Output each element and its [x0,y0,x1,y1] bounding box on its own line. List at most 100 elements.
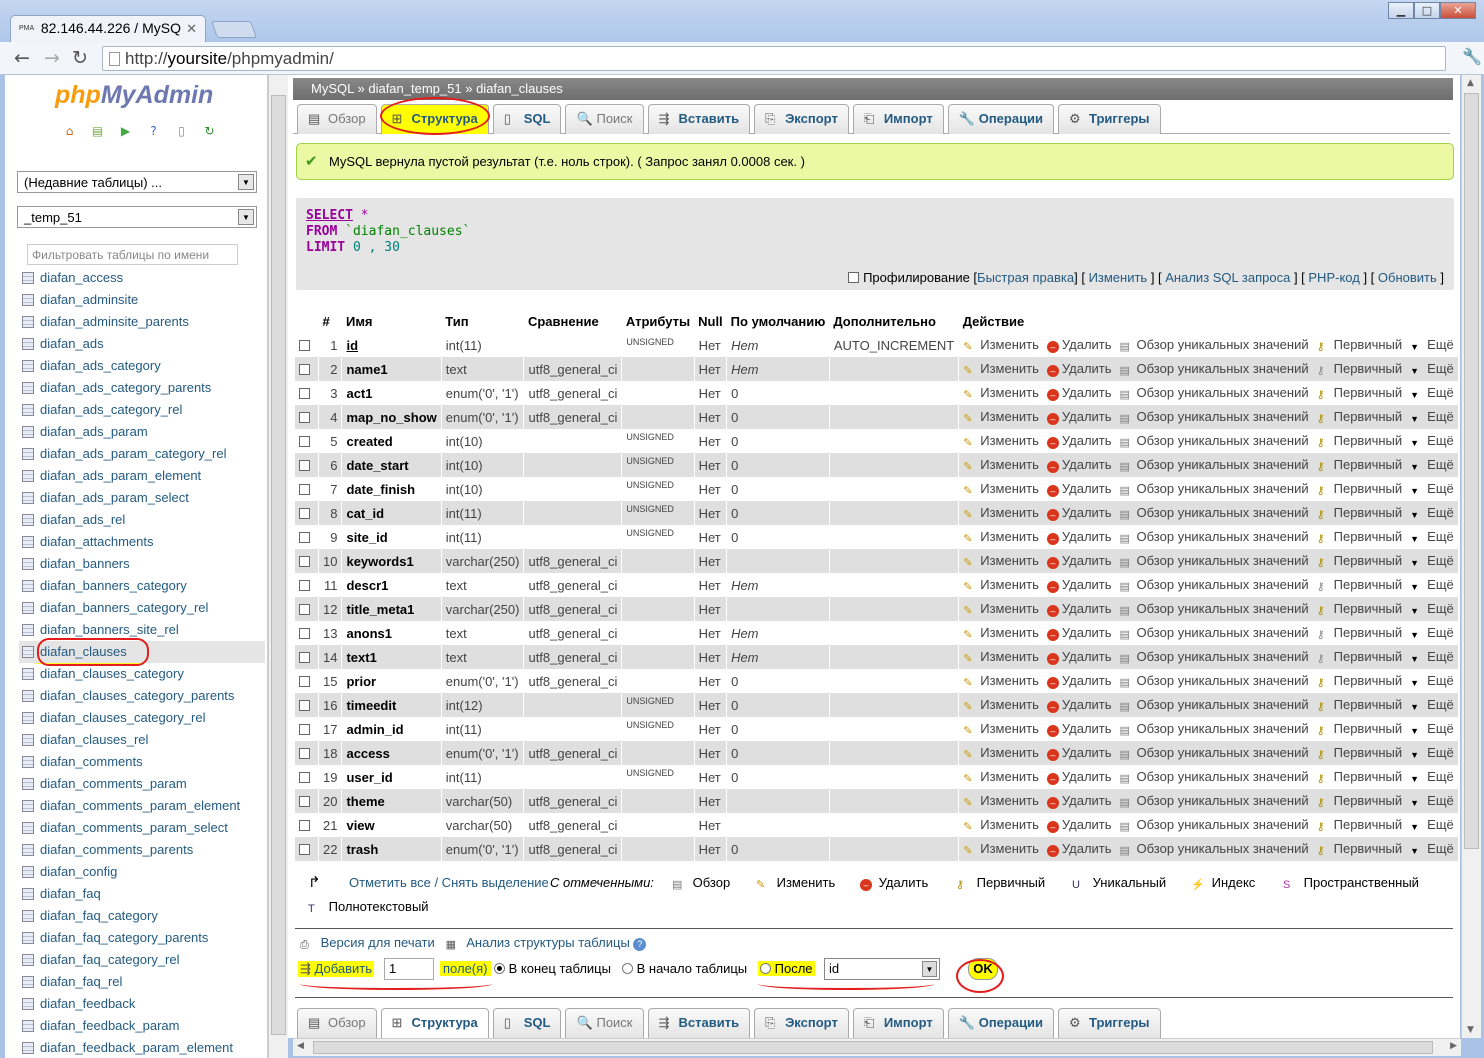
distinct-action[interactable]: ▤ Обзор уникальных значений [1120,529,1309,545]
tab-search[interactable]: 🔍 Поиск [565,104,644,134]
more-action[interactable]: ▼ Ещё [1410,649,1454,664]
left-scrollbar[interactable] [268,75,288,1058]
breadcrumb-db[interactable]: diafan_temp_51 [368,81,461,96]
sidebar-table-item[interactable]: diafan_banners_category [19,575,265,597]
row-checkbox[interactable] [299,339,310,351]
edit-action[interactable]: ✎ Изменить [963,769,1039,785]
more-action[interactable]: ▼ Ещё [1410,769,1454,784]
sidebar-table-item[interactable]: diafan_banners [19,553,265,575]
tab-search[interactable]: 🔍 Поиск [565,1008,644,1038]
distinct-action[interactable]: ▤ Обзор уникальных значений [1120,457,1309,473]
scroll-down-icon[interactable]: ▼ [1467,1025,1474,1035]
new-tab-button[interactable] [210,21,258,38]
horizontal-scrollbar[interactable]: ◀ ▶ [293,1038,1461,1056]
scroll-thumb[interactable] [1464,93,1479,849]
maximize-button[interactable]: □ [1414,2,1440,19]
tab-browse[interactable]: ▤ Обзор [297,104,377,134]
distinct-action[interactable]: ▤ Обзор уникальных значений [1120,817,1309,833]
reload-nav-icon[interactable]: ↻ [201,123,218,139]
right-scrollbar[interactable]: ▲ ▼ [1461,75,1481,1038]
delete-action[interactable]: – Удалить [1046,649,1112,665]
more-action[interactable]: ▼ Ещё [1410,793,1454,808]
sidebar-table-item[interactable]: diafan_adminsite [19,289,265,311]
sidebar-table-item[interactable]: diafan_banners_category_rel [19,597,265,619]
distinct-action[interactable]: ▤ Обзор уникальных значений [1120,649,1309,665]
distinct-action[interactable]: ▤ Обзор уникальных значений [1120,601,1309,617]
distinct-action[interactable]: ▤ Обзор уникальных значений [1120,553,1309,569]
bulk-primary[interactable]: ⚷ Первичный [956,875,1045,891]
primary-action[interactable]: ⚷ Первичный [1317,409,1403,425]
tab-triggers[interactable]: ⚙ Триггеры [1058,104,1161,134]
primary-action[interactable]: ⚷ Первичный [1317,721,1403,737]
more-action[interactable]: ▼ Ещё [1410,721,1454,736]
primary-action[interactable]: ⚷ Первичный [1317,745,1403,761]
forward-icon[interactable]: → [44,48,60,68]
row-checkbox[interactable] [299,699,310,711]
sidebar-table-item[interactable]: diafan_ads_category_parents [19,377,265,399]
delete-action[interactable]: – Удалить [1046,673,1112,689]
tab-browse[interactable]: ▤ Обзор [297,1008,377,1038]
delete-action[interactable]: – Удалить [1046,505,1112,521]
delete-action[interactable]: – Удалить [1046,433,1112,449]
edit-action[interactable]: ✎ Изменить [963,673,1039,689]
back-icon[interactable]: ← [14,48,30,68]
breadcrumb-table[interactable]: diafan_clauses [476,81,563,96]
sidebar-table-item[interactable]: diafan_feedback_param [19,1015,265,1037]
delete-action[interactable]: – Удалить [1046,385,1112,401]
sidebar-table-item[interactable]: diafan_ads_param_select [19,487,265,509]
row-checkbox[interactable] [299,579,310,591]
sidebar-table-item[interactable]: diafan_comments_parents [19,839,265,861]
tab-insert[interactable]: ⇶ Вставить [647,1008,751,1038]
tab-structure[interactable]: ⊞ Структура [380,1008,489,1038]
delete-action[interactable]: – Удалить [1046,481,1112,497]
more-action[interactable]: ▼ Ещё [1410,553,1454,568]
tab-insert[interactable]: ⇶ Вставить [647,104,751,134]
row-checkbox[interactable] [299,795,310,807]
more-action[interactable]: ▼ Ещё [1410,625,1454,640]
edit-action[interactable]: ✎ Изменить [963,601,1039,617]
distinct-action[interactable]: ▤ Обзор уникальных значений [1120,505,1309,521]
row-checkbox[interactable] [299,483,310,495]
query-window-icon[interactable]: ▶ [117,123,134,139]
primary-action[interactable]: ⚷ Первичный [1317,481,1403,497]
phpmyadmin-logo[interactable]: phpMyAdmin [55,81,213,110]
edit-action[interactable]: ✎ Изменить [963,529,1039,545]
reload-icon[interactable]: ↻ [72,48,88,68]
primary-action[interactable]: ⚷ Первичный [1317,385,1403,401]
edit-action[interactable]: ✎ Изменить [963,649,1039,665]
sidebar-table-item[interactable]: diafan_ads_rel [19,509,265,531]
delete-action[interactable]: – Удалить [1046,841,1112,857]
delete-action[interactable]: – Удалить [1046,601,1112,617]
edit-action[interactable]: ✎ Изменить [963,793,1039,809]
at-end-option[interactable]: В конец таблицы [494,961,611,976]
sidebar-table-item[interactable]: diafan_clauses [19,641,265,663]
scroll-right-icon[interactable]: ▶ [1450,1041,1457,1051]
primary-action[interactable]: ⚷ Первичный [1317,841,1403,857]
delete-action[interactable]: – Удалить [1046,577,1112,593]
sidebar-table-item[interactable]: diafan_faq_category_parents [19,927,265,949]
radio[interactable] [760,963,771,974]
minimize-button[interactable]: ▁ [1388,2,1414,19]
more-action[interactable]: ▼ Ещё [1410,385,1454,400]
edit-action[interactable]: ✎ Изменить [963,361,1039,377]
more-action[interactable]: ▼ Ещё [1410,673,1454,688]
distinct-action[interactable]: ▤ Обзор уникальных значений [1120,385,1309,401]
tab-sql[interactable]: ▯ SQL [492,1008,562,1038]
row-checkbox[interactable] [299,555,310,567]
sidebar-table-item[interactable]: diafan_ads_category_rel [19,399,265,421]
primary-action[interactable]: ⚷ Первичный [1317,505,1403,521]
bulk-browse[interactable]: ▤ Обзор [672,875,730,891]
scroll-up-icon[interactable]: ▲ [1467,78,1474,88]
docs-icon[interactable]: ▯ [173,123,190,139]
bulk-edit[interactable]: ✎ Изменить [756,875,835,891]
scroll-thumb[interactable] [271,95,286,1035]
tab-import[interactable]: ⎗ Импорт [852,104,944,134]
more-action[interactable]: ▼ Ещё [1410,745,1454,760]
after-column-select[interactable]: id ▼ [824,958,940,980]
tab-triggers[interactable]: ⚙ Триггеры [1058,1008,1161,1038]
bulk-unique[interactable]: U Уникальный [1072,875,1166,891]
tab-operations[interactable]: 🔧 Операции [947,104,1055,134]
sidebar-table-item[interactable]: diafan_clauses_category_rel [19,707,265,729]
table-filter-input[interactable]: Фильтровать таблицы по имени [27,244,238,265]
row-checkbox[interactable] [299,819,310,831]
